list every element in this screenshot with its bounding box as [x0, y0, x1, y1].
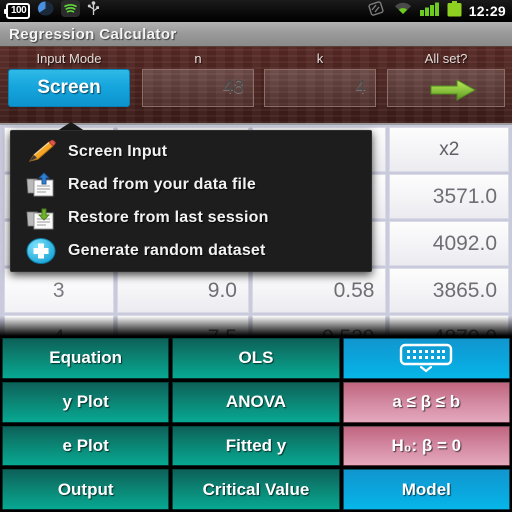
input-mode-dropdown-menu[interactable]: Screen Input Read from your data file Re… [10, 130, 372, 272]
spotify-icon [61, 0, 81, 22]
table-cell-col2[interactable]: 0.58 [252, 268, 387, 313]
green-right-arrow-icon [429, 78, 477, 101]
signal-bars-icon [419, 1, 440, 21]
all-set-label: All set? [424, 51, 468, 66]
table-cell-col1[interactable]: 7.5 [116, 315, 249, 336]
battery-100-icon: 100 [3, 3, 31, 19]
k-group: k 4 [262, 47, 378, 107]
button-y-plot[interactable]: y Plot [2, 381, 170, 423]
page-title: Regression Calculator [9, 25, 177, 43]
button-ols[interactable]: OLS [172, 338, 340, 379]
input-mode-group: Input Mode Screen [4, 47, 134, 107]
wifi-icon [393, 1, 413, 21]
k-label: k [316, 51, 324, 66]
table-cell-col3[interactable]: 3865.0 [389, 268, 509, 313]
table-cell-index[interactable]: 3 [4, 268, 114, 313]
menu-item-restore-session[interactable]: Restore from last session [11, 201, 371, 234]
menu-item-read-data-file[interactable]: Read from your data file [11, 168, 371, 201]
button-output[interactable]: Output [2, 469, 170, 510]
table-cell-col1[interactable]: 9.0 [116, 268, 249, 313]
table-cell-col3[interactable]: 4092.0 [389, 221, 509, 266]
menu-item-label: Generate random dataset [68, 241, 266, 259]
pie-chart-icon [37, 1, 54, 21]
button-critical-value[interactable]: Critical Value [172, 469, 340, 510]
input-mode-label: Input Mode [36, 51, 102, 66]
button-confidence-interval[interactable]: a ≤ β ≤ b [342, 381, 510, 423]
n-label: n [194, 51, 202, 66]
menu-item-label: Restore from last session [68, 208, 269, 226]
all-set-group: All set? [384, 47, 508, 107]
battery-full-icon [447, 0, 462, 22]
table-cell-col3[interactable]: 3571.0 [389, 174, 509, 219]
button-hypothesis-test[interactable]: H₀: β = 0 [342, 425, 510, 467]
table-header-col3: x2 [389, 127, 509, 172]
pencil-icon [21, 137, 61, 167]
button-model[interactable]: Model [342, 469, 510, 510]
input-mode-button[interactable]: Screen [8, 69, 130, 107]
menu-item-generate-random[interactable]: Generate random dataset [11, 234, 371, 267]
input-control-panel: Input Mode Screen n 48 k 4 All set? [0, 47, 512, 125]
menu-item-label: Screen Input [68, 142, 168, 160]
n-input[interactable]: 48 [142, 69, 254, 107]
screen-rotation-icon [367, 0, 386, 22]
button-equation[interactable]: Equation [2, 338, 170, 379]
button-keyboard[interactable] [342, 338, 510, 379]
status-clock: 12:29 [468, 3, 506, 19]
table-cell-index[interactable]: 4 [4, 315, 114, 336]
n-group: n 48 [140, 47, 256, 107]
menu-item-screen-input[interactable]: Screen Input [11, 135, 371, 168]
app-title-bar: Regression Calculator [0, 22, 512, 47]
button-fitted-y[interactable]: Fitted y [172, 425, 340, 467]
table-cell-col3[interactable]: 4870.0 [389, 315, 509, 336]
button-e-plot[interactable]: e Plot [2, 425, 170, 467]
status-left-icons: 100 [3, 0, 100, 22]
table-cell-col2[interactable]: 0.529 [252, 315, 387, 336]
usb-icon [87, 0, 100, 22]
table-row[interactable]: 4 7.5 0.529 4870.0 [0, 313, 512, 336]
keyboard-icon [399, 343, 453, 373]
action-button-grid: Equation OLS y Plot ANOVA a ≤ β ≤ b e Pl… [0, 336, 512, 512]
button-anova[interactable]: ANOVA [172, 381, 340, 423]
plus-circle-icon [21, 236, 61, 266]
k-input[interactable]: 4 [264, 69, 376, 107]
all-set-button[interactable] [387, 69, 505, 107]
document-upload-icon [21, 170, 61, 200]
menu-item-label: Read from your data file [68, 175, 256, 193]
android-status-bar: 100 12:29 [0, 0, 512, 22]
document-download-icon [21, 203, 61, 233]
table-row[interactable]: 3 9.0 0.58 3865.0 [0, 266, 512, 313]
status-right-icons: 12:29 [367, 0, 506, 22]
